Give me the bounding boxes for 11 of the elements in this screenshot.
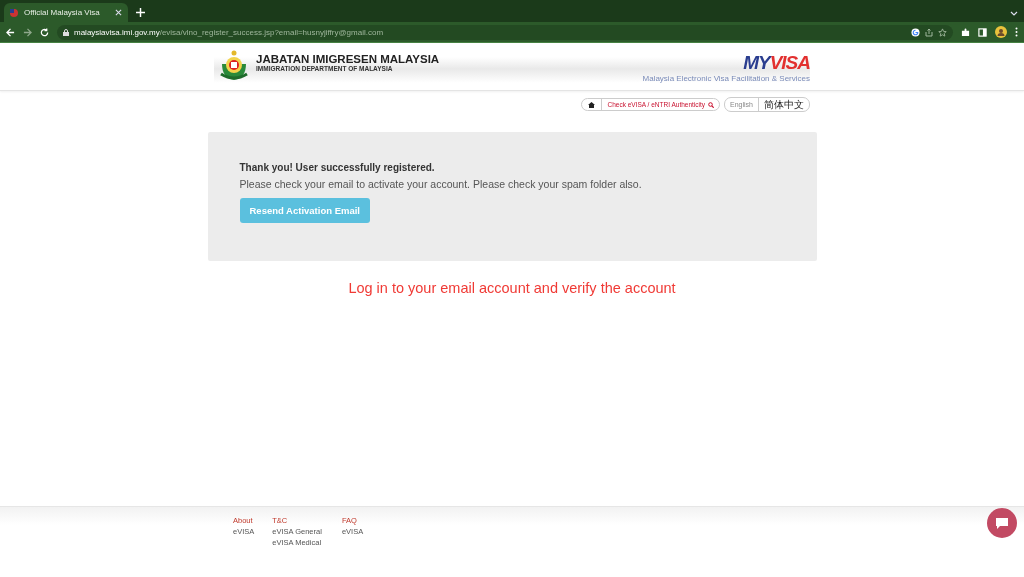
url-text: malaysiavisa.imi.gov.my/evisa/vlno_register_success.jsp?email=husnyjiffry@gmail.com	[74, 27, 384, 37]
browser-tab[interactable]: Official Malaysia Visa	[4, 3, 128, 22]
language-option[interactable]: 简体中文	[758, 98, 809, 111]
instruction-text: Log in to your email account and verify the account	[347, 280, 677, 296]
department-name: JABATAN IMIGRESEN MALAYSIA	[256, 53, 440, 65]
tab-title: Official Malaysia Visa	[24, 8, 101, 17]
myvisa-logo[interactable]: MYVISA	[743, 53, 810, 73]
success-heading: Thank you! User successfully registered.	[239, 162, 436, 173]
address-bar[interactable]: malaysiavisa.imi.gov.my/evisa/vlno_register_success.jsp?email=husnyjiffry@gmail.com	[57, 24, 953, 40]
activation-message: Please check your email to activate your account. Please check your spam folder also.	[239, 178, 643, 190]
tagline: Malaysia Electronic Visa Facilitation & Services	[642, 74, 810, 83]
